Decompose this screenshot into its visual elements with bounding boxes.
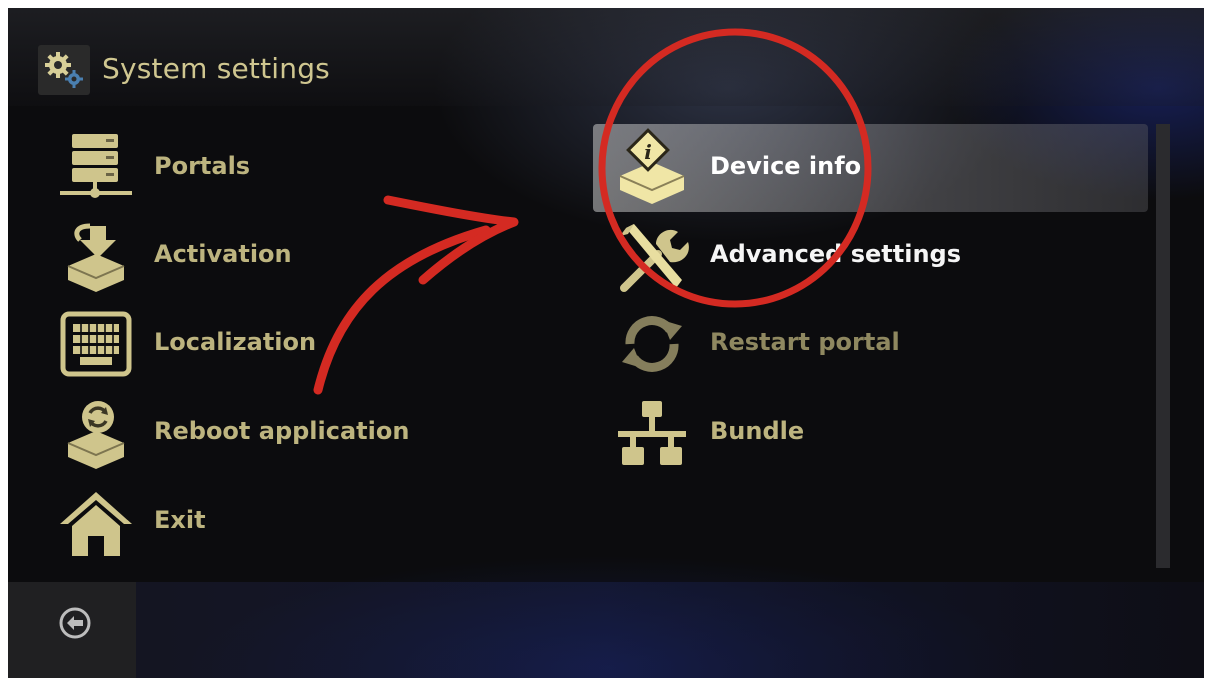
- menu-item-bundle[interactable]: Bundle: [612, 393, 1112, 473]
- device-info-icon: i: [612, 128, 692, 208]
- menu-item-portals[interactable]: Portals: [56, 128, 456, 208]
- menu-label-restart-portal: Restart portal: [710, 328, 900, 356]
- menu-item-exit[interactable]: Exit: [56, 482, 456, 562]
- activation-box-icon: [56, 216, 136, 296]
- menu-label-device-info: Device info: [710, 152, 862, 180]
- menu-item-advanced-settings[interactable]: Advanced settings: [612, 216, 1112, 296]
- home-icon: [56, 482, 136, 562]
- menu-item-localization[interactable]: Localization: [56, 304, 456, 384]
- reboot-box-icon: [56, 393, 136, 473]
- keyboard-icon: [56, 304, 136, 384]
- menu-item-restart-portal[interactable]: Restart portal: [612, 304, 1112, 384]
- back-button[interactable]: [8, 582, 136, 678]
- scrollbar[interactable]: [1156, 124, 1170, 568]
- menu-label-activation: Activation: [154, 240, 292, 268]
- bottom-bar: [8, 582, 1204, 678]
- title-bar: System settings: [8, 8, 1204, 106]
- menu-item-device-info[interactable]: i Device info: [612, 128, 1112, 208]
- menu-item-activation[interactable]: Activation: [56, 216, 456, 296]
- gears-icon: [38, 45, 90, 95]
- svg-text:i: i: [644, 140, 652, 164]
- stb-screen: System settings Portals Activation Local…: [8, 8, 1204, 678]
- menu-label-exit: Exit: [154, 506, 206, 534]
- menu-label-bundle: Bundle: [710, 417, 805, 445]
- page-title: System settings: [102, 52, 330, 85]
- restart-icon: [612, 304, 692, 384]
- menu-label-portals: Portals: [154, 152, 251, 180]
- network-icon: [612, 393, 692, 473]
- back-arrow-icon: [59, 607, 91, 639]
- menu-label-localization: Localization: [154, 328, 317, 356]
- server-icon: [56, 128, 136, 208]
- menu-item-reboot-application[interactable]: Reboot application: [56, 393, 456, 473]
- tools-icon: [612, 216, 692, 296]
- menu-label-reboot-application: Reboot application: [154, 417, 410, 445]
- menu-label-advanced-settings: Advanced settings: [710, 240, 962, 268]
